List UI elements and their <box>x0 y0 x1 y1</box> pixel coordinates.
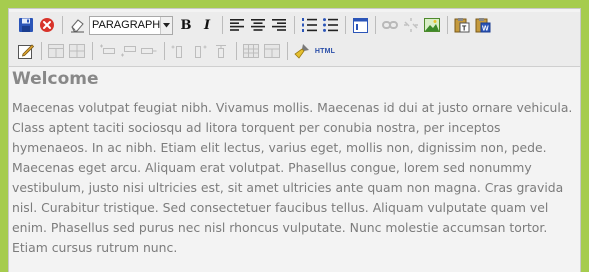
delete-row-icon <box>139 41 159 61</box>
unlink-icon <box>401 15 421 35</box>
format-select-value: PARAGRAPHE <box>92 19 160 31</box>
editor-toolbar: PARAGRAPHE B I <box>9 12 580 67</box>
paste-text-icon[interactable]: T <box>452 15 472 35</box>
edit-icon[interactable] <box>16 41 36 61</box>
html-label: HTML <box>314 47 336 55</box>
bold-button[interactable]: B <box>176 15 196 35</box>
cell-properties-icon <box>67 41 87 61</box>
bold-icon: B <box>180 17 192 33</box>
toolbar-row-1: PARAGRAPHE B I <box>16 12 580 38</box>
toolbar-row-2: HTML <box>16 38 580 64</box>
html-source-button[interactable]: HTML <box>313 41 337 61</box>
toolbar-separator <box>164 42 165 60</box>
save-icon[interactable] <box>16 15 36 35</box>
chevron-down-icon <box>160 16 172 34</box>
align-right-icon[interactable] <box>269 15 289 35</box>
toolbar-separator <box>287 42 288 60</box>
toolbar-separator <box>41 42 42 60</box>
toolbar-separator <box>236 42 237 60</box>
editor-content[interactable]: Welcome Maecenas volutpat feugiat nibh. … <box>9 69 580 258</box>
align-left-icon[interactable] <box>227 15 247 35</box>
merge-cells-icon <box>262 41 282 61</box>
numbered-list-icon[interactable] <box>299 15 319 35</box>
link-icon <box>380 15 400 35</box>
align-center-icon[interactable] <box>248 15 268 35</box>
italic-icon: I <box>203 17 211 33</box>
blockquote-icon[interactable] <box>350 15 370 35</box>
toolbar-separator <box>92 42 93 60</box>
svg-text:T: T <box>462 26 467 33</box>
eraser-icon[interactable] <box>67 15 87 35</box>
svg-text:W: W <box>482 26 489 33</box>
insert-col-before-icon <box>169 41 189 61</box>
toolbar-separator <box>345 16 346 34</box>
bullet-list-icon[interactable] <box>320 15 340 35</box>
format-select[interactable]: PARAGRAPHE <box>89 15 173 35</box>
toolbar-separator <box>375 16 376 34</box>
italic-button[interactable]: I <box>197 15 217 35</box>
insert-col-after-icon <box>190 41 210 61</box>
content-heading: Welcome <box>12 69 99 89</box>
rich-text-editor: PARAGRAPHE B I <box>8 8 581 272</box>
split-cells-icon <box>241 41 261 61</box>
toolbar-separator <box>62 16 63 34</box>
paste-word-icon[interactable]: W <box>473 15 493 35</box>
toolbar-separator <box>294 16 295 34</box>
delete-col-icon <box>211 41 231 61</box>
content-paragraph: Maecenas volutpat feugiat nibh. Vivamus … <box>12 100 573 255</box>
toolbar-separator <box>447 16 448 34</box>
insert-row-before-icon <box>97 41 117 61</box>
cleanup-brush-icon[interactable] <box>292 41 312 61</box>
insert-row-after-icon <box>118 41 138 61</box>
cancel-icon[interactable] <box>37 15 57 35</box>
table-properties-icon <box>46 41 66 61</box>
toolbar-separator <box>222 16 223 34</box>
insert-image-icon[interactable] <box>422 15 442 35</box>
